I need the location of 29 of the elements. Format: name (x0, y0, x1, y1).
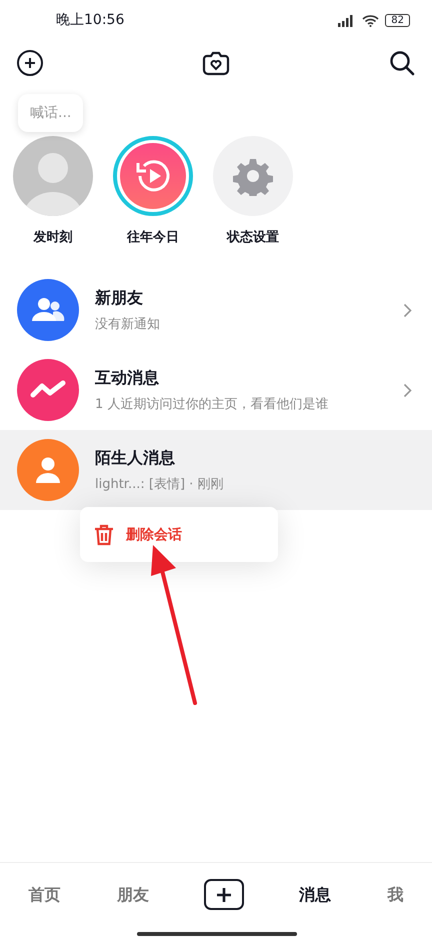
chat-title: 新朋友 (95, 288, 144, 308)
battery-indicator: 82 (385, 14, 410, 26)
trash-icon (94, 524, 114, 546)
nav-tab[interactable]: 消息 (296, 881, 333, 910)
speech-bubble[interactable]: 喊话... (18, 94, 84, 132)
story-label: 发时刻 (34, 228, 72, 246)
nav-tab[interactable]: 首页 (26, 881, 62, 910)
chat-row[interactable]: 陌生人消息 lightr...: [表情] · 刚刚 (0, 430, 432, 510)
chat-title: 陌生人消息 (95, 448, 176, 468)
chat-row[interactable]: 互动消息 1 人近期访问过你的主页，看看他们是谁 (0, 350, 432, 430)
camera-heart-icon[interactable] (202, 50, 230, 76)
memories-button[interactable] (113, 136, 193, 216)
search-icon[interactable] (388, 49, 416, 77)
chat-preview: 没有新通知 (95, 316, 161, 332)
plus-icon (216, 886, 232, 902)
create-button[interactable] (204, 879, 244, 910)
wifi-icon (362, 14, 380, 26)
add-icon[interactable] (16, 49, 44, 77)
story-label: 状态设置 (227, 229, 279, 246)
chat-title: 互动消息 (95, 368, 160, 388)
nav-tab[interactable]: 朋友 (115, 881, 152, 910)
nav-tab[interactable]: 我 (386, 881, 406, 910)
status-time: 晚上10:56 (56, 11, 124, 29)
chat-preview: 1 人近期访问过你的主页，看看他们是谁 (95, 396, 330, 412)
gear-icon (233, 156, 273, 196)
delete-chat-button[interactable]: 删除会话 (80, 514, 196, 554)
chat-row[interactable]: 新朋友 没有新通知 (0, 270, 432, 350)
story-label: 往年今日 (127, 229, 179, 246)
chat-preview: lightr...: [表情] · 刚刚 (95, 476, 224, 492)
